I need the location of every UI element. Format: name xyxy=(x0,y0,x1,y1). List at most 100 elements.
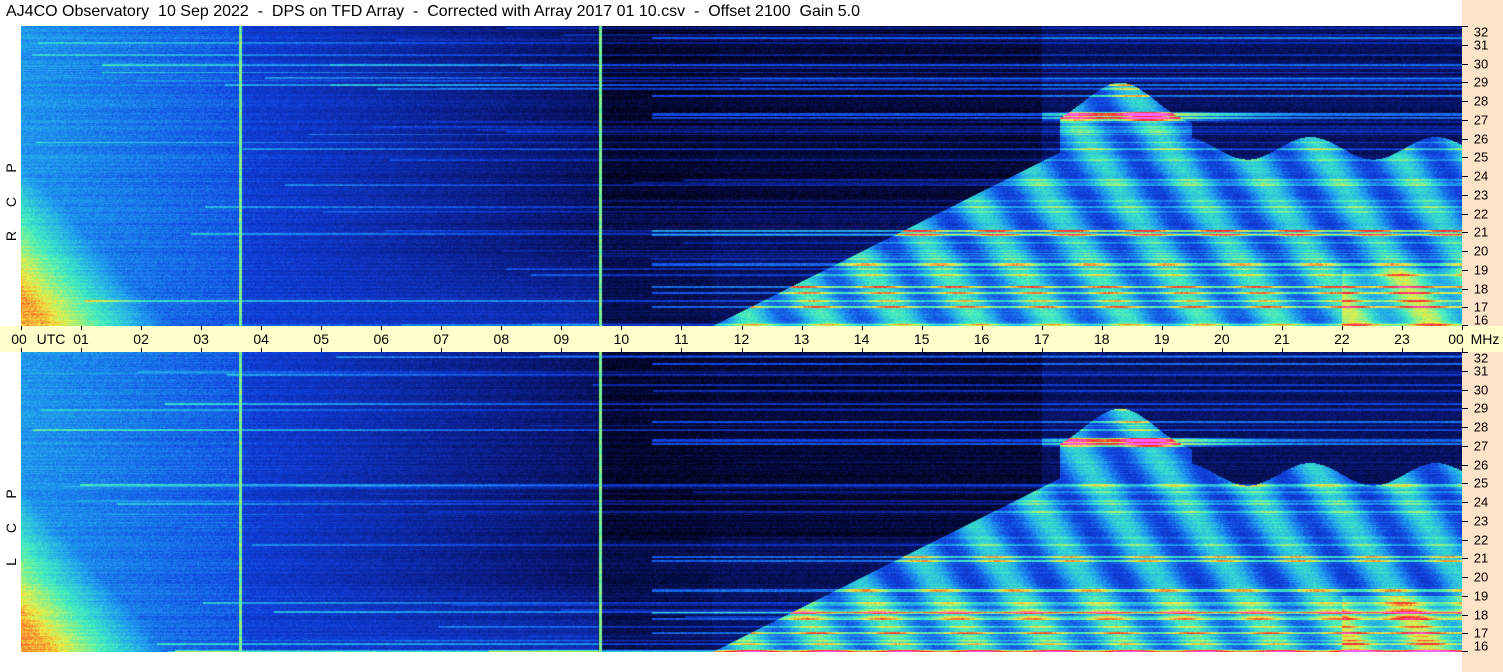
frequency-tick-mark xyxy=(1462,483,1468,485)
utc-tick-mark xyxy=(621,348,623,352)
frequency-tick-label: 28 xyxy=(1473,93,1489,109)
frequency-tick-mark xyxy=(1462,633,1468,635)
frequency-tick-mark xyxy=(1462,370,1468,372)
frequency-tick-label: 19 xyxy=(1473,588,1489,604)
utc-tick-mark xyxy=(1281,348,1283,352)
utc-tick-label: 00 xyxy=(11,331,27,347)
frequency-tick-label: 23 xyxy=(1473,513,1489,529)
utc-tick-label: 23 xyxy=(1394,331,1410,347)
utc-tick-mark xyxy=(201,326,203,330)
frequency-tick-label: 29 xyxy=(1473,400,1489,416)
frequency-tick-label: 27 xyxy=(1473,112,1489,128)
frequency-tick-mark xyxy=(1462,502,1468,503)
frequency-tick-mark xyxy=(1462,26,1468,27)
frequency-tick-label: 21 xyxy=(1473,550,1489,566)
utc-tick-mark xyxy=(801,348,803,352)
utc-tick-mark xyxy=(441,326,443,330)
utc-tick-mark xyxy=(921,326,923,330)
frequency-tick-mark xyxy=(1462,119,1468,121)
utc-tick-mark xyxy=(1101,348,1103,352)
utc-tick-mark xyxy=(501,326,503,330)
frequency-tick-label: 17 xyxy=(1473,625,1489,641)
frequency-tick-mark xyxy=(1462,464,1468,466)
utc-tick-label: 07 xyxy=(433,331,450,347)
frequency-tick-label: 18 xyxy=(1473,281,1489,296)
lcp-spectrogram-panel xyxy=(21,352,1462,652)
utc-tick-label: 18 xyxy=(1093,331,1110,347)
utc-tick-label: 10 xyxy=(613,331,630,347)
mhz-axis-label: MHz xyxy=(1470,331,1500,347)
utc-tick-mark xyxy=(681,326,683,330)
utc-tick-label: 00 xyxy=(1448,331,1464,347)
frequency-tick-label: 30 xyxy=(1473,382,1489,397)
utc-tick-label: 12 xyxy=(733,331,750,347)
utc-tick-mark xyxy=(1281,326,1283,330)
frequency-tick-label: 24 xyxy=(1473,494,1489,510)
frequency-tick-mark xyxy=(1462,539,1468,541)
rcp-spectrogram xyxy=(21,26,1462,326)
utc-tick-label: 06 xyxy=(373,331,390,347)
frequency-tick-label: 21 xyxy=(1473,224,1489,240)
frequency-tick-label: 31 xyxy=(1473,363,1489,379)
frequency-tick-label: 19 xyxy=(1473,262,1489,278)
utc-tick-mark xyxy=(321,348,323,352)
frequency-tick-mark xyxy=(1462,427,1468,428)
utc-tick-mark xyxy=(1462,326,1463,330)
frequency-tick-mark xyxy=(1462,82,1468,84)
polarization-letter: P xyxy=(3,163,19,173)
frequency-tick-mark xyxy=(1462,558,1468,560)
frequency-tick-mark xyxy=(1462,232,1468,234)
utc-tick-label: 09 xyxy=(553,331,570,347)
utc-tick-mark xyxy=(1161,348,1163,352)
utc-tick-mark xyxy=(741,326,743,330)
lcp-spectrogram xyxy=(21,352,1462,652)
utc-tick-mark xyxy=(741,348,743,352)
utc-tick-mark xyxy=(381,348,383,352)
frequency-tick-mark xyxy=(1462,307,1468,309)
utc-tick-label: 14 xyxy=(853,331,870,347)
utc-tick-mark xyxy=(1341,348,1343,352)
utc-tick-mark xyxy=(1401,326,1403,330)
frequency-tick-label: 24 xyxy=(1473,168,1489,184)
frequency-tick-mark xyxy=(1462,251,1468,252)
bottom-margin xyxy=(0,652,1462,672)
utc-tick-label: 11 xyxy=(674,331,689,347)
utc-tick-label: 08 xyxy=(493,331,510,347)
polarization-letter: C xyxy=(3,196,19,208)
frequency-tick-label: 22 xyxy=(1473,532,1489,547)
utc-tick-mark xyxy=(201,348,203,352)
utc-tick-mark xyxy=(801,326,803,330)
utc-tick-label: 04 xyxy=(253,331,269,347)
utc-tick-label: 20 xyxy=(1214,331,1230,347)
polarization-letter: L xyxy=(3,558,19,566)
frequency-tick-label: 32 xyxy=(1473,350,1489,366)
frequency-tick-mark xyxy=(1462,288,1468,290)
utc-tick-mark xyxy=(561,348,563,352)
chart-title: AJ4CO Observatory 10 Sep 2022 - DPS on T… xyxy=(6,3,861,20)
utc-tick-label: 19 xyxy=(1153,331,1170,347)
utc-tick-mark xyxy=(1161,326,1163,330)
utc-tick-mark xyxy=(441,348,443,352)
utc-tick-mark xyxy=(681,348,683,352)
frequency-tick-mark xyxy=(1462,176,1468,177)
utc-tick-mark xyxy=(141,348,143,352)
utc-tick-mark xyxy=(141,326,143,330)
frequency-tick-label: 26 xyxy=(1473,457,1489,472)
polarization-letter: R xyxy=(3,230,19,242)
frequency-tick-label: 28 xyxy=(1473,419,1489,435)
frequency-tick-label: 17 xyxy=(1473,299,1489,315)
utc-tick-label: 17 xyxy=(1033,331,1050,347)
frequency-tick-label: 16 xyxy=(1473,312,1489,328)
frequency-tick-label: 16 xyxy=(1473,638,1489,654)
utc-tick-label: 13 xyxy=(793,331,810,347)
utc-tick-mark xyxy=(561,326,563,330)
frequency-tick-mark xyxy=(1462,408,1468,410)
frequency-tick-mark xyxy=(1462,445,1468,447)
utc-tick-mark xyxy=(81,348,83,352)
polarization-letter: P xyxy=(3,489,19,499)
utc-tick-label: 21 xyxy=(1274,331,1290,347)
frequency-tick-label: 20 xyxy=(1473,569,1489,585)
utc-axis-label: UTC xyxy=(36,331,66,347)
utc-tick-mark xyxy=(501,348,503,352)
utc-tick-mark xyxy=(1401,348,1403,352)
